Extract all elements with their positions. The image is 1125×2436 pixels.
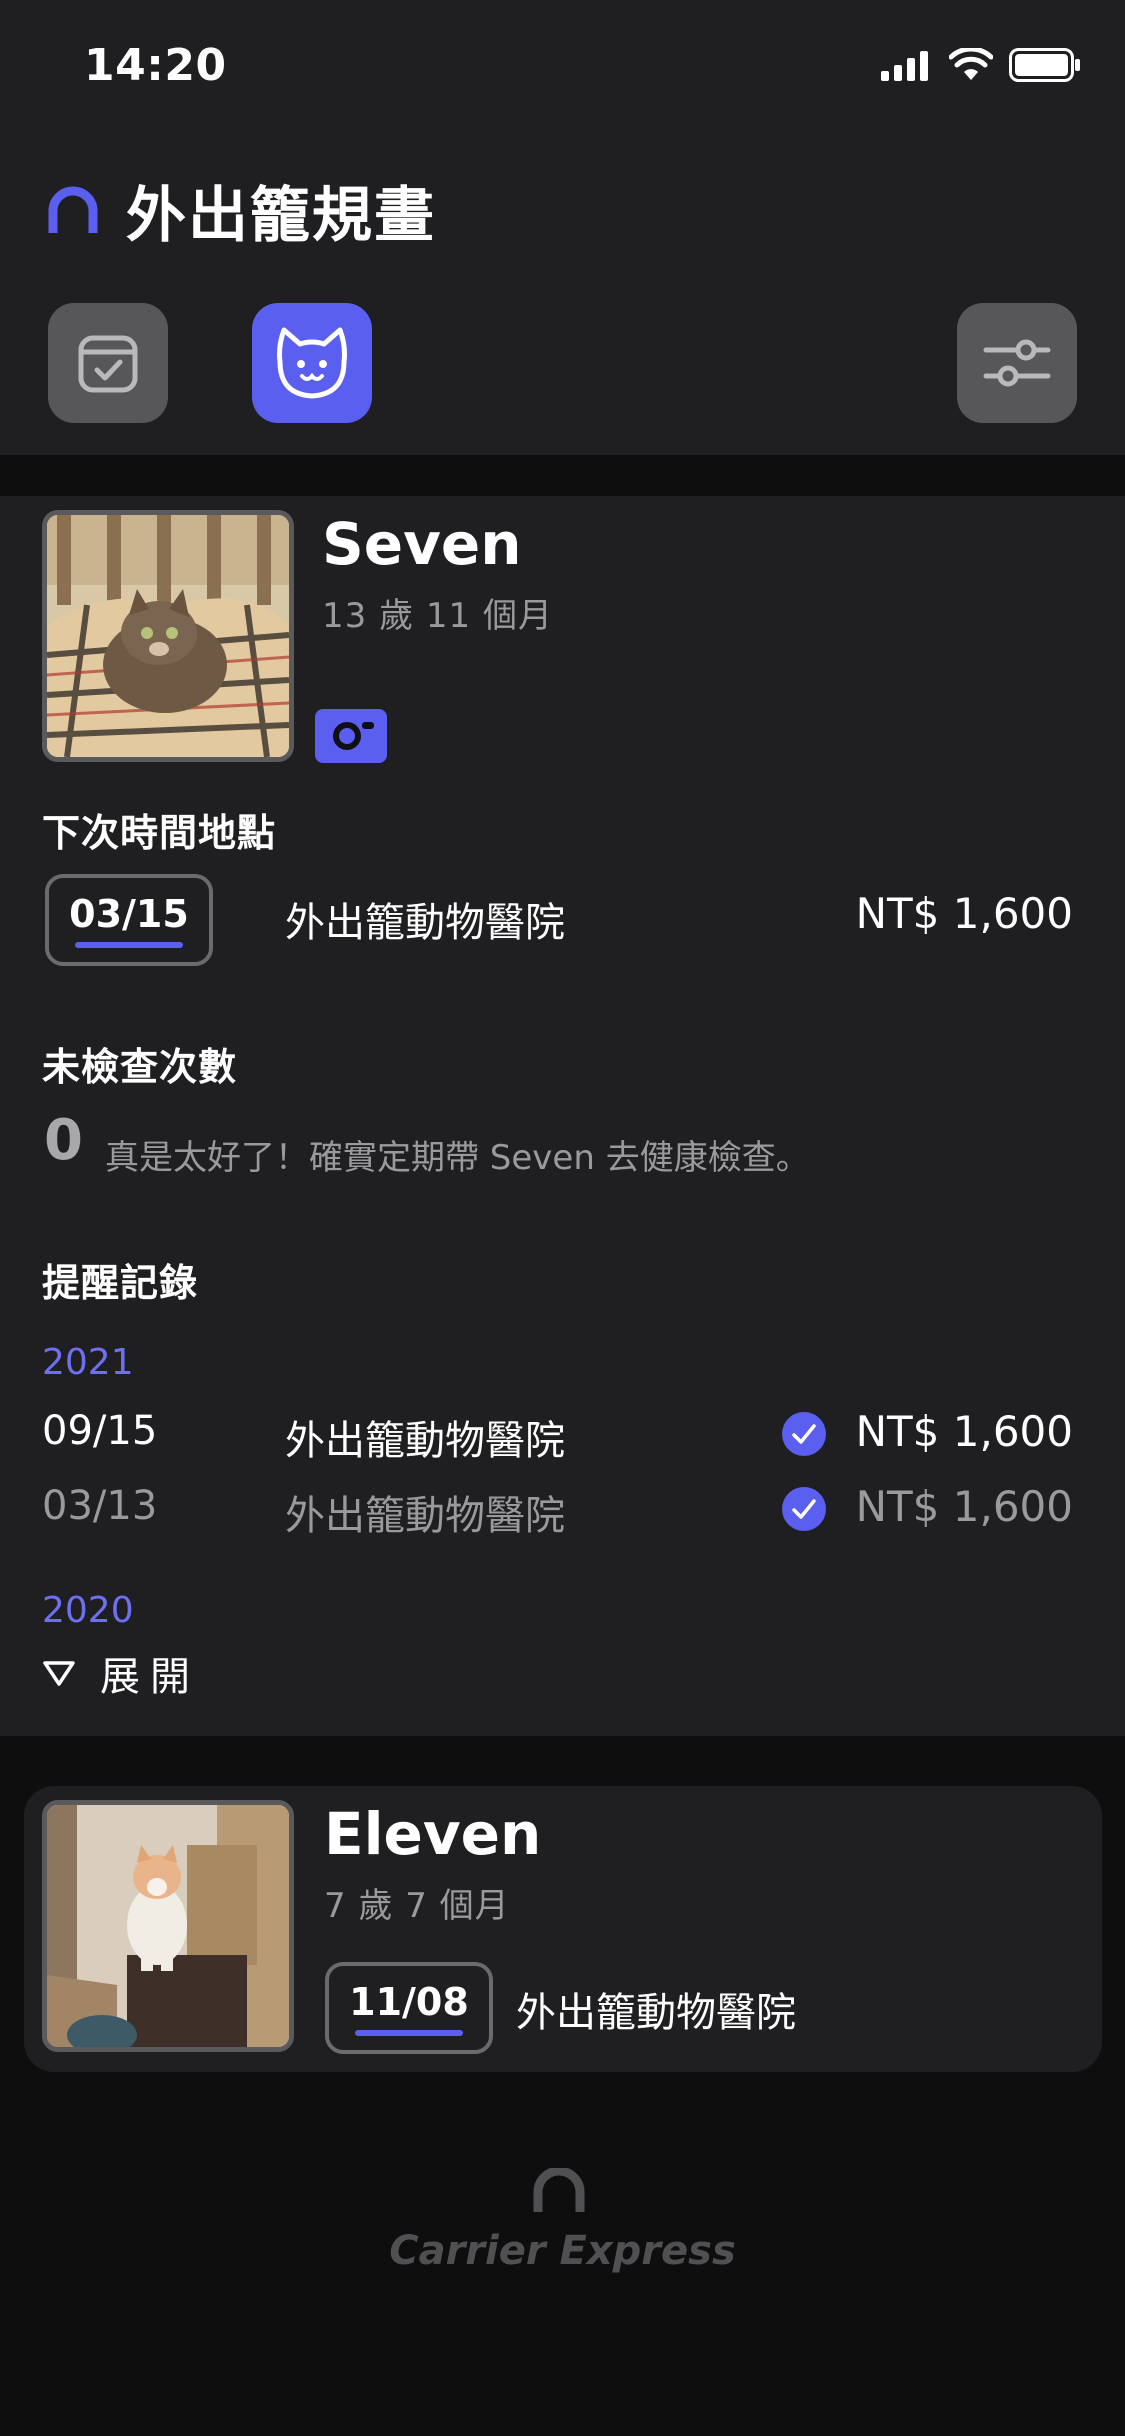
- camera-button[interactable]: [315, 709, 387, 763]
- app-title: 外出籠規畫: [126, 180, 436, 251]
- expand-label: 展開: [100, 1654, 200, 1700]
- unchecked-title: 未檢查次數: [42, 1045, 238, 1089]
- history-date: 03/13: [42, 1483, 158, 1529]
- carrier-logo-icon: [48, 186, 98, 233]
- unchecked-message: 真是太好了！確實定期帶 Seven 去健康檢查。: [105, 1138, 810, 1178]
- battery-icon: [1009, 48, 1080, 82]
- next-section-title: 下次時間地點: [42, 811, 277, 855]
- pet-card-eleven[interactable]: Eleven 7 歲 7 個月 11/08 外出籠動物醫院: [24, 1786, 1102, 2072]
- cat-photo-image: [47, 1805, 289, 2047]
- history-year: 2021: [42, 1342, 134, 1383]
- unchecked-count: 0: [44, 1108, 83, 1173]
- next-place: 外出籠動物醫院: [516, 1990, 796, 2036]
- expand-button[interactable]: 展開: [42, 1644, 200, 1702]
- sliders-icon: [983, 339, 1051, 387]
- pet-name: Seven: [322, 510, 522, 578]
- camera-icon: [333, 722, 374, 750]
- pet-photo-seven[interactable]: [42, 510, 294, 762]
- date-underline: [355, 2030, 463, 2036]
- cat-icon: [277, 327, 347, 399]
- next-date-chip[interactable]: 03/15: [45, 874, 213, 966]
- calendar-check-icon: [78, 335, 138, 393]
- footer-brand: Carrier Express: [389, 2228, 736, 2274]
- pet-card-seven: Seven 13 歲 11 個月 下次時間地點 03/15 外出籠動物醫院 NT…: [0, 496, 1125, 1736]
- next-price: NT$ 1,600: [855, 889, 1073, 938]
- date-underline: [75, 942, 183, 948]
- history-title: 提醒記錄: [42, 1261, 199, 1305]
- next-date: 11/08: [349, 1980, 469, 2024]
- triangle-down-icon: [43, 1661, 75, 1686]
- tab-schedule[interactable]: [48, 303, 168, 423]
- signal-icon: [881, 51, 928, 81]
- pet-photo-eleven[interactable]: [42, 1800, 294, 2052]
- history-date: 09/15: [42, 1408, 158, 1454]
- app-header: 14:20 外出籠規畫: [0, 0, 1125, 455]
- status-icons: [881, 48, 1081, 82]
- history-place: 外出籠動物醫院: [285, 1418, 565, 1464]
- history-place: 外出籠動物醫院: [285, 1493, 565, 1539]
- pet-age: 7 歲 7 個月: [324, 1886, 510, 1926]
- app-title-row: 外出籠規畫: [46, 170, 436, 251]
- history-price: NT$ 1,600: [855, 1407, 1073, 1456]
- cat-photo-image: [47, 515, 289, 757]
- wifi-icon: [949, 48, 993, 80]
- next-date-chip[interactable]: 11/08: [325, 1962, 493, 2054]
- tab-pets[interactable]: [252, 303, 372, 423]
- next-place: 外出籠動物醫院: [285, 900, 565, 946]
- history-year: 2020: [42, 1590, 134, 1631]
- pet-name: Eleven: [324, 1800, 542, 1868]
- next-date: 03/15: [69, 892, 189, 936]
- status-time: 14:20: [84, 40, 227, 91]
- pet-age: 13 歲 11 個月: [322, 596, 553, 636]
- history-price: NT$ 1,600: [855, 1482, 1073, 1531]
- status-bar: 14:20: [0, 0, 1125, 130]
- footer-logo-icon: [533, 2168, 585, 2212]
- tab-settings[interactable]: [957, 303, 1077, 423]
